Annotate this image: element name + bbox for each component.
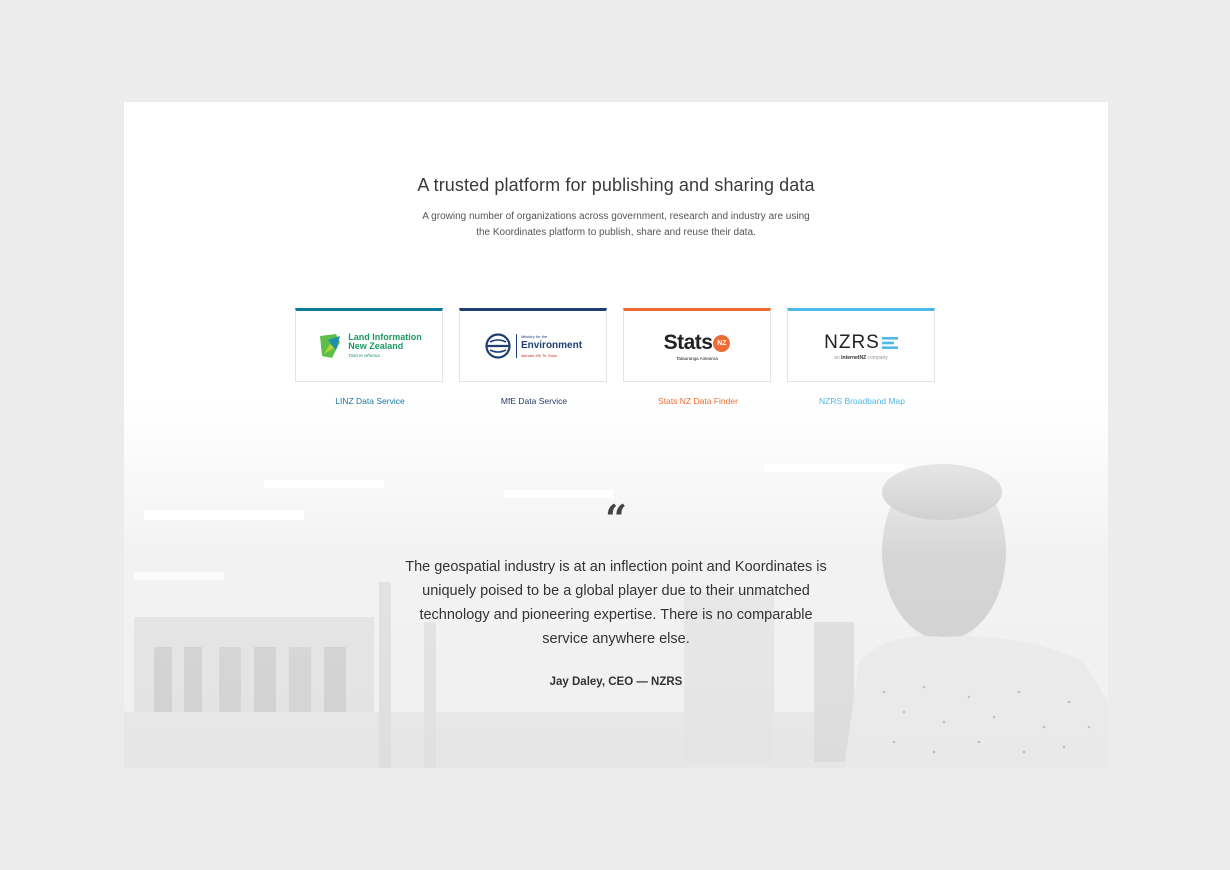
partner-stats-nz[interactable]: Stats NZ Tatauranga Aotearoa Stats NZ Da… <box>623 308 773 406</box>
partner-linz[interactable]: Land Information New Zealand Toitū te wh… <box>295 308 445 406</box>
nz-badge-icon: NZ <box>713 334 731 352</box>
section-description: A growing number of organizations across… <box>406 209 826 241</box>
mfe-data-service-link[interactable]: MfE Data Service <box>459 396 609 406</box>
description-line-2: the Koordinates platform to publish, sha… <box>476 227 756 238</box>
nzrs-tagline: an InternetNZ company <box>834 354 888 361</box>
mfe-logo-text: Ministry for the Environment Manatū Mō T… <box>520 334 583 358</box>
description-line-1: A growing number of organizations across… <box>422 211 810 222</box>
stats-nz-tagline: Tatauranga Aotearoa <box>676 356 718 361</box>
partner-mfe[interactable]: Ministry for the Environment Manatū Mō T… <box>459 308 609 406</box>
stats-nz-logo-card[interactable]: Stats NZ Tatauranga Aotearoa <box>623 308 771 382</box>
office-background-photo <box>124 102 1108 768</box>
nzrs-bars-icon <box>881 336 898 349</box>
partners-section-card: A trusted platform for publishing and sh… <box>124 102 1108 768</box>
partner-logos: Land Information New Zealand Toitū te wh… <box>295 308 937 418</box>
linz-logo-card[interactable]: Land Information New Zealand Toitū te wh… <box>295 308 443 382</box>
quote-mark-icon: “ <box>605 496 627 541</box>
stats-nz-data-finder-link[interactable]: Stats NZ Data Finder <box>623 396 773 406</box>
mfe-logo-card[interactable]: Ministry for the Environment Manatū Mō T… <box>459 308 607 382</box>
nzrs-wordmark: NZRS <box>824 332 898 354</box>
partner-nzrs[interactable]: NZRS an InternetNZ company NZRS Broadban… <box>787 308 937 406</box>
mfe-emblem-icon <box>485 333 511 359</box>
testimonial-author: Jay Daley, CEO — NZRS <box>549 676 683 688</box>
section-title: A trusted platform for publishing and sh… <box>417 175 815 195</box>
mfe-divider <box>515 334 517 358</box>
linz-data-service-link[interactable]: LINZ Data Service <box>295 396 445 406</box>
testimonial-quote: The geospatial industry is at an inflect… <box>405 559 827 647</box>
stats-nz-wordmark: Stats NZ <box>664 331 731 355</box>
nzrs-logo-card[interactable]: NZRS an InternetNZ company <box>787 308 935 382</box>
linz-logo-text: Land Information New Zealand Toitū te wh… <box>348 331 422 358</box>
nzrs-broadband-map-link[interactable]: NZRS Broadband Map <box>787 396 937 406</box>
